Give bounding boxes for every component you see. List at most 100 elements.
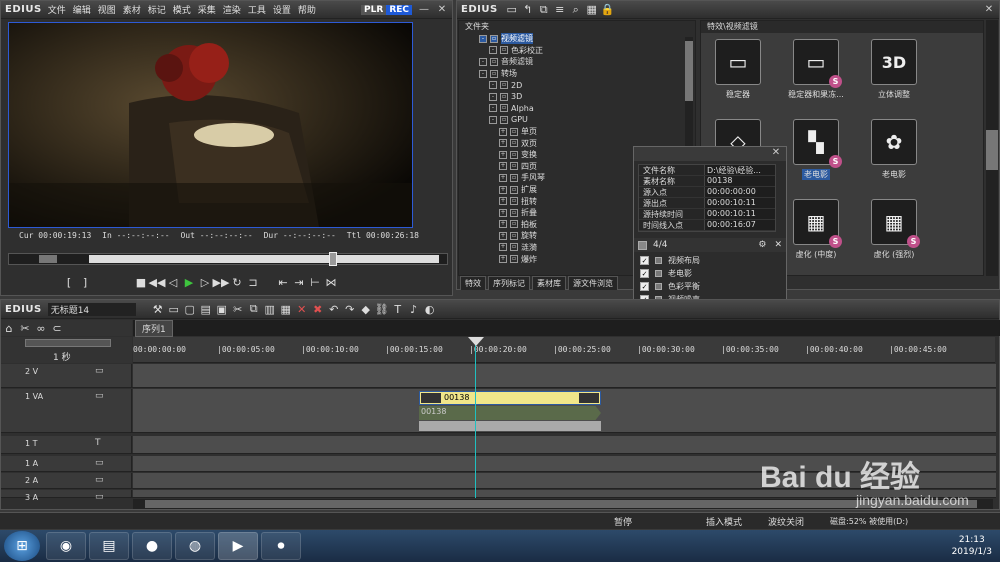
effect-tile[interactable]: 3D 立体调整 [861, 39, 927, 100]
tree-toggle-icon[interactable]: + [499, 162, 507, 171]
search-icon[interactable]: ⌕ [568, 2, 584, 18]
bin-close-icon[interactable]: ✕ [983, 4, 995, 16]
track-lock-icon[interactable]: ▭ [95, 391, 104, 401]
playhead-marker-icon[interactable] [468, 337, 484, 346]
mic-icon[interactable]: ♪ [406, 301, 422, 317]
mode-icon[interactable]: ⌂ [1, 320, 17, 336]
tree-node[interactable]: - ▫ GPU [459, 114, 695, 126]
track-header[interactable]: 2 V ▭ [1, 364, 132, 387]
tree-toggle-icon[interactable]: - [489, 81, 497, 90]
menu-item[interactable]: 设置 [273, 3, 291, 16]
bin-tab[interactable]: 特效 [460, 276, 486, 290]
paste-icon[interactable]: ▥ [262, 301, 278, 317]
track-lock-icon[interactable]: ▭ [95, 458, 104, 468]
tree-node[interactable]: - ▫ 音频滤镜 [459, 56, 695, 68]
grid-scroll-thumb[interactable] [986, 130, 998, 170]
tree-toggle-icon[interactable]: + [499, 127, 507, 136]
track-header[interactable]: 3 A ▭ [1, 490, 132, 502]
delete-icon[interactable]: ✕ [294, 301, 310, 317]
tree-toggle-icon[interactable]: - [489, 104, 497, 113]
track-area[interactable] [133, 436, 996, 453]
copy-icon[interactable]: ⧉ [246, 301, 262, 317]
menu-item[interactable]: 采集 [198, 3, 216, 16]
close-icon[interactable]: ✕ [436, 4, 448, 16]
folder-icon[interactable]: ▭ [504, 2, 520, 18]
grid-scrollbar[interactable] [986, 20, 998, 276]
tree-toggle-icon[interactable]: + [499, 139, 507, 148]
time-ruler[interactable]: 00:00:00:00 |00:00:05:00 |00:00:10:00 |00:0… [133, 337, 995, 363]
tree-toggle-icon[interactable]: - [479, 69, 487, 78]
filter-settings-icon[interactable]: ⚙ [758, 240, 766, 250]
menu-item[interactable]: 视图 [98, 3, 116, 16]
tree-toggle-icon[interactable]: - [489, 46, 497, 55]
browser-360-icon[interactable]: ◉ [46, 532, 86, 560]
firefox-icon[interactable]: ◍ [175, 532, 215, 560]
track-header[interactable]: 2 A ▭ [1, 473, 132, 488]
tree-scroll-thumb[interactable] [685, 41, 693, 101]
tree-toggle-icon[interactable]: + [499, 185, 507, 194]
tree-node[interactable]: - ▫ 色彩校正 [459, 45, 695, 57]
menu-item[interactable]: 模式 [173, 3, 191, 16]
filter-checkbox[interactable]: ✓ [640, 256, 649, 265]
menu-item[interactable]: 编辑 [73, 3, 91, 16]
new-seq-icon[interactable]: ▢ [182, 301, 198, 317]
qq-icon[interactable]: ● [132, 532, 172, 560]
menu-item[interactable]: 工具 [248, 3, 266, 16]
timeline-cursor[interactable] [475, 340, 476, 498]
scrub-bar[interactable] [8, 252, 448, 266]
track-header[interactable]: 1 VA ▭ [1, 389, 132, 432]
plr-toggle[interactable]: PLR [361, 4, 387, 15]
effect-tile[interactable]: ▭ 稳定器 [705, 39, 771, 100]
track-header[interactable]: 1 A ▭ [1, 456, 132, 471]
clock[interactable]: 21:13 2019/1/3 [952, 534, 992, 558]
effect-tile[interactable]: ▦ S 虚化 (中度) [783, 199, 849, 260]
add-clip-icon[interactable]: ⧉ [536, 2, 552, 18]
undo-icon[interactable]: ↶ [326, 301, 342, 317]
menu-item[interactable]: 标记 [148, 3, 166, 16]
tree-node[interactable]: - ▫ 转场 [459, 68, 695, 80]
track-header[interactable]: 1 T T [1, 436, 132, 453]
razor-icon[interactable]: ✂ [17, 320, 33, 336]
tree-toggle-icon[interactable]: + [499, 173, 507, 182]
tree-node[interactable]: + ▫ 单页 [459, 126, 695, 138]
minimize-icon[interactable]: — [418, 4, 430, 16]
marker-icon[interactable]: ◆ [358, 301, 374, 317]
bin-tab[interactable]: 素材库 [532, 276, 566, 290]
split-icon[interactable]: ⋈ [323, 274, 339, 290]
set-in-icon[interactable]: [ [61, 274, 77, 290]
cut-icon[interactable]: ✂ [230, 301, 246, 317]
rec-toggle[interactable]: REC [386, 4, 412, 15]
audio-clip[interactable]: 00138 [419, 406, 601, 420]
rewind-icon[interactable]: ◀◀ [149, 274, 166, 290]
prev-frame-icon[interactable]: ◁ [165, 274, 181, 290]
track-lock-icon[interactable]: ▭ [95, 492, 104, 502]
menu-item[interactable]: 渲染 [223, 3, 241, 16]
track-lock-icon[interactable]: ▭ [95, 475, 104, 485]
tree-toggle-icon[interactable]: + [499, 220, 507, 229]
clip-icon[interactable]: ▭ [166, 301, 182, 317]
sort-icon[interactable]: ≡ [552, 2, 568, 18]
sequence-tab[interactable]: 序列1 [135, 320, 173, 337]
open-icon[interactable]: ▤ [198, 301, 214, 317]
filter-checkbox[interactable]: ✓ [640, 282, 649, 291]
fast-forward-icon[interactable]: ▶▶ [213, 274, 230, 290]
output-icon[interactable]: ⊐ [245, 274, 261, 290]
menu-item[interactable]: 帮助 [298, 3, 316, 16]
loop-icon[interactable]: ↻ [229, 274, 245, 290]
zoom-slider[interactable] [25, 339, 111, 347]
track-lock-icon[interactable]: T [95, 438, 101, 448]
effect-tile[interactable]: ✿ 老电影 [861, 119, 927, 180]
effect-tile[interactable]: ▭ S 稳定器和果冻... [783, 39, 849, 100]
playhead-handle[interactable] [329, 252, 337, 266]
tree-node[interactable]: - ▫ 2D [459, 79, 695, 91]
overwrite-icon[interactable]: ⇥ [291, 274, 307, 290]
save-icon[interactable]: ▣ [214, 301, 230, 317]
timeline-hscroll-thumb[interactable] [145, 500, 977, 508]
effect-tile[interactable]: ▦ S 虚化 (强烈) [861, 199, 927, 260]
tree-toggle-icon[interactable]: - [479, 34, 487, 43]
sync-icon[interactable]: ⊂ [49, 320, 65, 336]
tree-toggle-icon[interactable]: + [499, 243, 507, 252]
play-icon[interactable]: ▶ [181, 274, 197, 290]
filter-delete-icon[interactable]: ✕ [774, 240, 782, 250]
tree-toggle-icon[interactable]: + [499, 197, 507, 206]
